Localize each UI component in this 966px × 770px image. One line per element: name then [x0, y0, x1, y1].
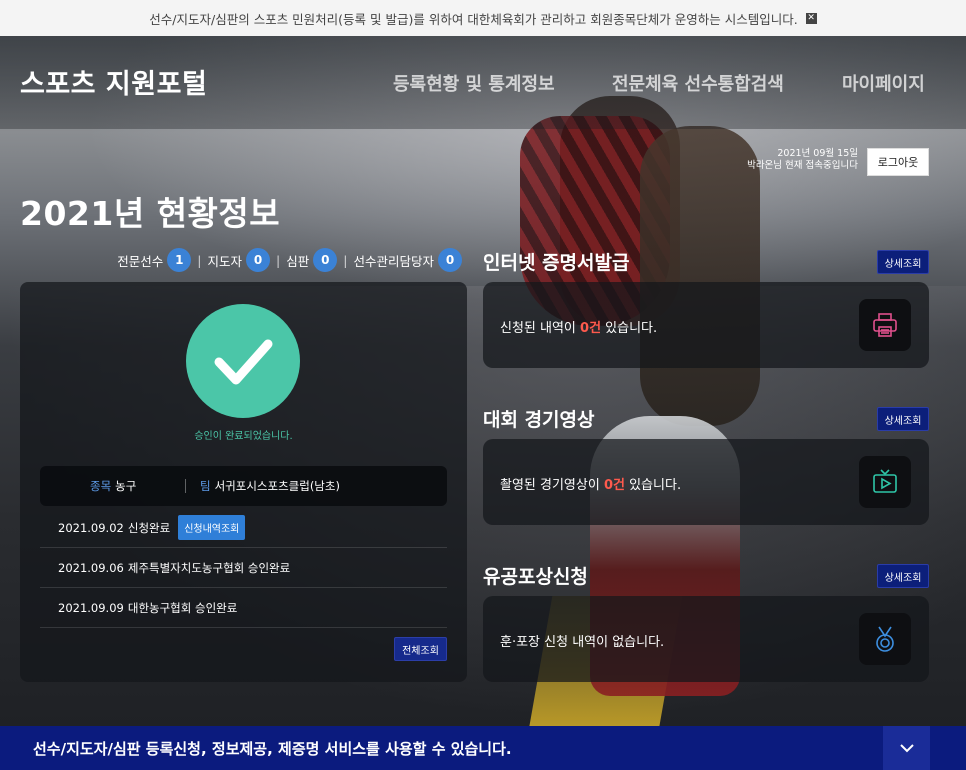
message-text: 촬영된 경기영상이 — [500, 478, 604, 493]
divider: | — [197, 252, 202, 268]
page-title: 2021년 현황정보 — [20, 194, 281, 233]
nav-registration-stats[interactable]: 등록현황 및 통계정보 — [393, 70, 555, 96]
award-card: 훈·포장 신청 내역이 없습니다. — [483, 596, 929, 682]
award-message: 훈·포장 신청 내역이 없습니다. — [500, 631, 664, 650]
message-count: 0건 — [603, 478, 625, 493]
team-value: 서귀포시스포츠클럽(남초) — [214, 479, 340, 493]
video-card: 촬영된 경기영상이 0건 있습니다. — [483, 439, 929, 525]
sport-value: 농구 — [115, 479, 137, 493]
user-info: 2021년 09월 15일 박라온님 현재 접속중입니다 — [747, 148, 858, 172]
chevron-down-icon[interactable] — [883, 726, 930, 770]
video-icon[interactable] — [859, 456, 911, 508]
count-badge: 0 — [313, 248, 338, 272]
award-section-title: 유공포상신청 — [483, 566, 588, 588]
history-row: 2021.09.06 제주특별자치도농구협회 승인완료 — [40, 548, 447, 588]
message-text: 있습니다. — [624, 478, 682, 493]
history-date: 2021.09.02 — [58, 520, 124, 535]
registration-counts: 전문선수 1 | 지도자 0 | 심판 0 | 선수관리담당자 0 — [20, 248, 462, 272]
sport-label: 종목 — [90, 479, 112, 493]
user-greeting: 박라온님 현재 접속중입니다 — [747, 160, 858, 171]
count-label: 전문선수 — [117, 253, 164, 269]
divider: | — [343, 252, 348, 268]
bottom-info-bar: 선수/지도자/심판 등록신청, 정보제공, 제증명 서비스를 사용할 수 있습니… — [0, 726, 966, 770]
message-count: 0건 — [580, 321, 602, 336]
count-label: 심판 — [286, 253, 310, 269]
video-detail-button[interactable]: 상세조회 — [877, 407, 929, 431]
count-badge: 0 — [438, 248, 462, 272]
approval-history: 2021.09.02 신청완료 신청내역조회 2021.09.06 제주특별자치… — [40, 508, 447, 628]
view-all-button[interactable]: 전체조회 — [394, 637, 447, 661]
approval-message: 승인이 완료되었습니다. — [194, 431, 293, 442]
runner-leg — [640, 126, 760, 426]
team-label: 팀 — [200, 479, 211, 493]
logout-button[interactable]: 로그아웃 — [867, 148, 929, 176]
sport-info: 종목 농구 — [90, 478, 185, 494]
bottom-bar-text: 선수/지도자/심판 등록신청, 정보제공, 제증명 서비스를 사용할 수 있습니… — [33, 739, 512, 758]
notice-bar: 선수/지도자/심판의 스포츠 민원처리(등록 및 발급)를 위하여 대한체육회가… — [0, 0, 966, 36]
application-detail-button[interactable]: 신청내역조회 — [178, 515, 246, 540]
nav-athlete-search[interactable]: 전문체육 선수통합검색 — [612, 70, 784, 96]
count-athlete[interactable]: 전문선수 1 — [117, 248, 192, 272]
team-info: 팀 서귀포시스포츠클럽(남초) — [200, 478, 340, 494]
message-text: 신청된 내역이 — [500, 321, 581, 336]
notice-text: 선수/지도자/심판의 스포츠 민원처리(등록 및 발급)를 위하여 대한체육회가… — [149, 11, 798, 27]
certificate-section-title: 인터넷 증명서발급 — [483, 252, 630, 274]
certificate-detail-button[interactable]: 상세조회 — [877, 250, 929, 274]
site-logo[interactable]: 스포츠 지원포털 — [20, 62, 207, 101]
history-row: 2021.09.02 신청완료 신청내역조회 — [40, 508, 447, 548]
close-icon[interactable]: ✕ — [805, 12, 817, 24]
video-message: 촬영된 경기영상이 0건 있습니다. — [500, 474, 681, 493]
check-icon — [186, 304, 300, 418]
video-section-title: 대회 경기영상 — [483, 409, 595, 431]
team-info-bar: 종목 농구 팀 서귀포시스포츠클럽(남초) — [40, 466, 447, 506]
history-text: 신청완료 — [127, 520, 171, 535]
login-date: 2021년 09월 15일 — [777, 148, 858, 159]
printer-icon[interactable] — [859, 299, 911, 351]
count-referee[interactable]: 심판 0 — [286, 248, 338, 272]
history-row: 2021.09.09 대한농구협회 승인완료 — [40, 588, 447, 628]
medal-icon[interactable] — [859, 613, 911, 665]
divider: | — [276, 252, 281, 268]
divider — [185, 479, 186, 493]
history-date: 2021.09.09 — [58, 600, 124, 615]
history-text: 제주특별자치도농구협회 승인완료 — [127, 560, 291, 575]
count-badge: 0 — [246, 248, 271, 272]
count-label: 선수관리담당자 — [353, 253, 434, 269]
nav-mypage[interactable]: 마이페이지 — [842, 70, 925, 96]
message-text: 있습니다. — [601, 321, 658, 336]
count-manager[interactable]: 선수관리담당자 0 — [353, 248, 462, 272]
award-detail-button[interactable]: 상세조회 — [877, 564, 929, 588]
approval-panel: 승인이 완료되었습니다. 종목 농구 팀 서귀포시스포츠클럽(남초) 2021.09… — [20, 282, 467, 682]
history-text: 대한농구협회 승인완료 — [127, 600, 238, 615]
count-coach[interactable]: 지도자 0 — [208, 248, 271, 272]
count-badge: 1 — [167, 248, 192, 272]
certificate-message: 신청된 내역이 0건 있습니다. — [500, 317, 657, 336]
message-text: 훈·포장 신청 내역이 없습니다. — [500, 635, 665, 650]
history-date: 2021.09.06 — [58, 560, 124, 575]
count-label: 지도자 — [207, 253, 243, 269]
certificate-card: 신청된 내역이 0건 있습니다. — [483, 282, 929, 368]
